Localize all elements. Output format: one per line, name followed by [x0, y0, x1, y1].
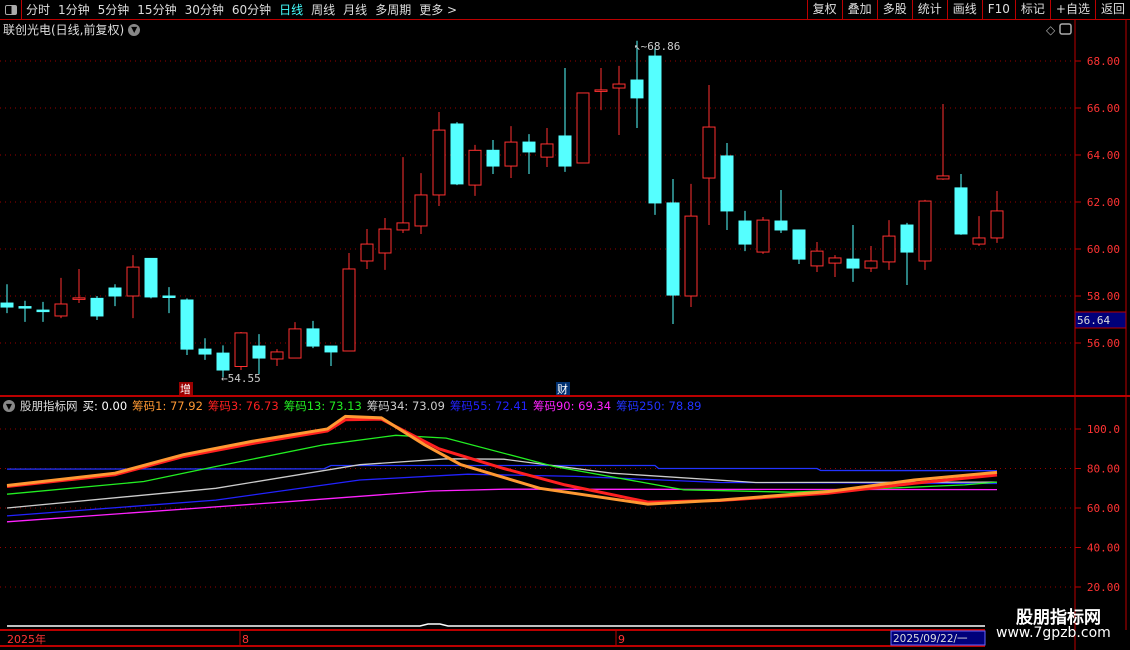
- candle-down: [720, 155, 734, 212]
- price-tick-label: 60.00: [1087, 243, 1120, 256]
- indicator-tick-label: 100.0: [1087, 423, 1120, 436]
- indicator-tick-label: 20.00: [1087, 581, 1120, 594]
- candle-up: [594, 89, 608, 92]
- current-date: 2025/09/22/一: [893, 633, 968, 645]
- candle-up: [504, 141, 518, 167]
- candle-down: [0, 302, 14, 308]
- candle-down: [108, 287, 122, 297]
- candle-up: [378, 228, 392, 254]
- candle-down: [738, 220, 752, 245]
- price-tick-label: 56.00: [1087, 337, 1120, 350]
- candle-down: [144, 257, 158, 298]
- price-tick-label: 64.00: [1087, 149, 1120, 162]
- candle-down: [180, 299, 194, 350]
- candle-down: [900, 224, 914, 253]
- candle-down: [18, 306, 32, 309]
- candle-up: [702, 126, 716, 179]
- high-price-label: ↖~68.86: [634, 40, 680, 53]
- candle-up: [360, 243, 374, 262]
- candle-up: [864, 260, 878, 269]
- marker-cai: 财: [557, 382, 568, 396]
- candle-down: [450, 123, 464, 185]
- candle-up: [810, 250, 824, 267]
- candle-down: [252, 345, 266, 359]
- low-price-label: ←54.55: [221, 372, 261, 385]
- series-line-筹码55: [6, 473, 998, 517]
- candle-down: [216, 352, 230, 371]
- candle-down: [198, 348, 212, 355]
- price-tick-label: 66.00: [1087, 102, 1120, 115]
- candle-up: [972, 237, 986, 245]
- candle-down: [486, 149, 500, 167]
- volume-line: [7, 623, 985, 627]
- candle-up: [990, 210, 1004, 239]
- candle-down: [558, 135, 572, 167]
- candle-up: [612, 83, 626, 89]
- candle-up: [396, 222, 410, 231]
- watermark-url: www.7gpzb.com: [996, 625, 1111, 641]
- candle-up: [936, 175, 950, 180]
- indicator-tick-label: 80.00: [1087, 463, 1120, 476]
- candle-up: [126, 266, 140, 297]
- candle-up: [72, 297, 86, 300]
- candle-up: [918, 200, 932, 262]
- candle-up: [828, 257, 842, 264]
- candle-down: [162, 295, 176, 298]
- date-month-9: 9: [618, 633, 625, 646]
- candle-down: [666, 202, 680, 296]
- candle-up: [684, 215, 698, 297]
- candle-up: [576, 92, 590, 164]
- candle-down: [630, 79, 644, 99]
- candle-up: [54, 303, 68, 317]
- candle-down: [90, 297, 104, 317]
- candle-up: [540, 143, 554, 158]
- date-month-8: 8: [242, 633, 249, 646]
- candle-down: [774, 220, 788, 231]
- chart-canvas[interactable]: ◇ 68.00 66.00 64.00 62.00 60.00 58.00 56.00 56.6…: [0, 0, 1130, 650]
- price-tick-label: 58.00: [1087, 290, 1120, 303]
- candle-up: [270, 351, 284, 360]
- date-year: 2025年: [7, 632, 46, 646]
- indicator-tick-label: 40.00: [1087, 542, 1120, 555]
- candle-down: [522, 141, 536, 153]
- candle-down: [306, 328, 320, 347]
- candle-up: [414, 194, 428, 227]
- candle-up: [756, 219, 770, 253]
- candle-up: [342, 268, 356, 352]
- candle-down: [846, 258, 860, 269]
- candle-down: [954, 187, 968, 235]
- candle-up: [432, 129, 446, 196]
- panel-icon: [1059, 23, 1072, 35]
- candle-down: [36, 309, 50, 313]
- price-tick-label: 68.00: [1087, 55, 1120, 68]
- indicator-tick-label: 60.00: [1087, 502, 1120, 515]
- candle-down: [648, 55, 662, 204]
- candle-up: [234, 332, 248, 367]
- candle-up: [468, 149, 482, 186]
- candle-up: [882, 235, 896, 263]
- current-price-label: 56.64: [1077, 314, 1110, 327]
- candle-down: [324, 345, 338, 353]
- candle-down: [792, 229, 806, 260]
- diamond-icon: ◇: [1046, 23, 1056, 37]
- marker-zeng: 增: [180, 382, 191, 396]
- price-tick-label: 62.00: [1087, 196, 1120, 209]
- candle-up: [288, 328, 302, 359]
